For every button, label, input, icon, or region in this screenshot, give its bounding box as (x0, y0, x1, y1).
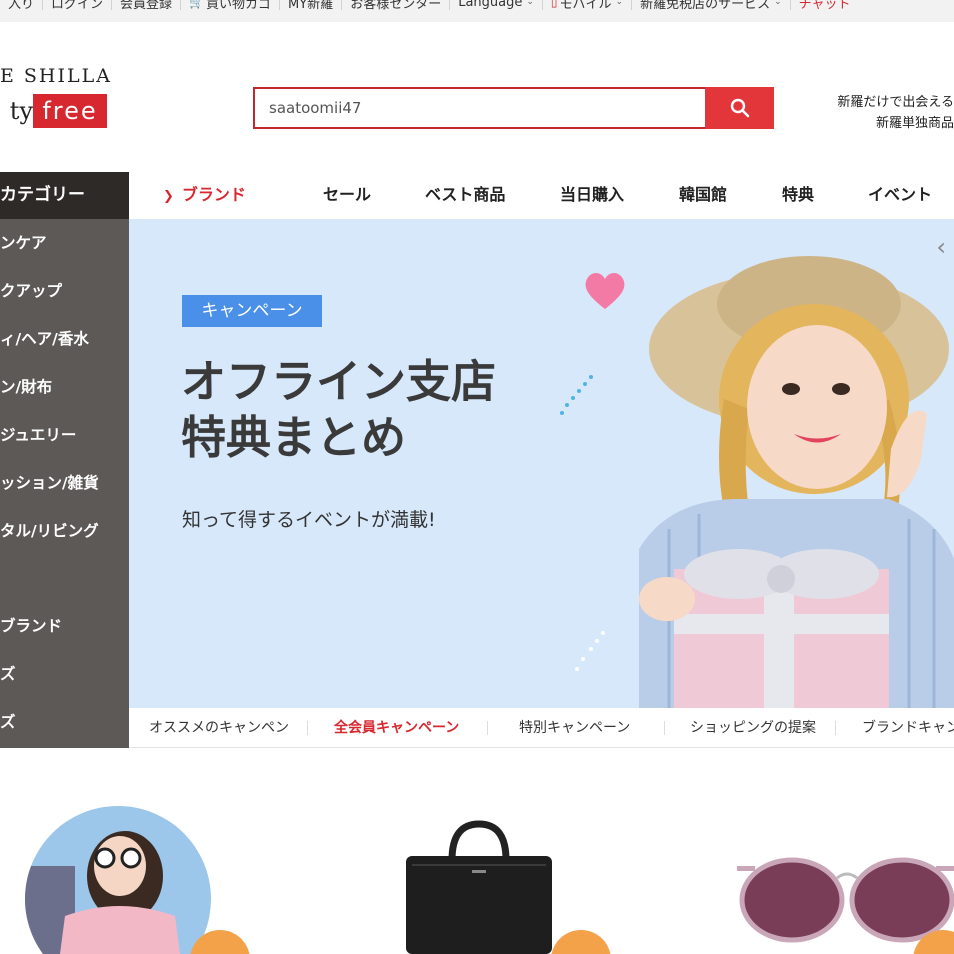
category-menu-header[interactable]: カテゴリー (0, 172, 129, 219)
logo-text-right: free (33, 94, 107, 128)
nav-best-products[interactable]: ベスト商品 (425, 172, 505, 219)
banner-subline: 知って得するイベントが満載! (182, 509, 436, 531)
promo-line-1: 新羅だけで出会える (837, 95, 954, 110)
tab-special-campaign[interactable]: 特別キャンペーン (519, 708, 630, 748)
model-with-gift-image (639, 256, 954, 708)
topbar-link-cart[interactable]: 🛒 買い物カゴ (181, 0, 281, 12)
search-input[interactable] (253, 87, 705, 129)
campaign-tabs: オススメのキャンペン 全会員キャンペーン 特別キャンペーン ショッピングの提案 … (129, 708, 954, 748)
tab-divider (487, 721, 488, 735)
topbar-link-my-shilla[interactable]: MY新羅 (280, 0, 343, 12)
cart-icon: 🛒 (189, 0, 204, 9)
nav-brand[interactable]: ❯ ブランド (163, 172, 246, 219)
nav-events[interactable]: イベント (868, 172, 932, 219)
sparkle-dots (560, 375, 593, 415)
product-thumbnail-bag[interactable] (402, 820, 556, 954)
category-item-bags-wallets[interactable]: ン/財布 (0, 375, 52, 397)
exclusive-promo-link[interactable]: 新羅だけで出会える 新羅単独商品 (814, 92, 954, 134)
site-logo[interactable]: E SHILLA ty free (0, 62, 110, 132)
nav-same-day[interactable]: 当日購入 (560, 172, 624, 219)
tab-shopping-suggestion[interactable]: ショッピングの提案 (690, 708, 816, 748)
chevron-down-icon: ❯ (163, 189, 174, 204)
briefcase-image (406, 820, 552, 954)
tab-all-member-campaign[interactable]: 全会員キャンペーン (334, 708, 459, 748)
language-label: Language (458, 0, 523, 10)
services-label: 新羅免税店のサービス (640, 0, 771, 12)
top-utility-bar: 入り ログイン 会員登録 🛒 買い物カゴ MY新羅 お客様センター Languag… (0, 0, 954, 22)
sunglasses-image (737, 857, 954, 943)
logo-text-left: ty (0, 94, 33, 128)
topbar-link-login[interactable]: ログイン (43, 0, 113, 12)
nav-sale[interactable]: セール (323, 172, 371, 219)
product-thumbnail-sunglasses[interactable] (737, 856, 954, 944)
topbar-link-register[interactable]: 会員登録 (112, 0, 182, 12)
campaign-badge: キャンペーン (182, 295, 322, 327)
chevron-down-icon: ⌄ (615, 0, 624, 7)
model-sunglasses-image (25, 806, 211, 954)
category-item-digital-living[interactable]: タル/リビング (0, 519, 99, 541)
topbar-link-favorites[interactable]: 入り (0, 0, 44, 12)
banner-headline-line-1: オフライン支店 (181, 355, 497, 408)
cart-label: 買い物カゴ (206, 0, 272, 12)
banner-headline-line-2: 特典まとめ (181, 411, 407, 464)
category-item-jewelry[interactable]: ジュエリー (0, 423, 76, 445)
tab-brand-campaign[interactable]: ブランドキャン (862, 708, 954, 748)
topbar-language-menu[interactable]: Language ⌄ (450, 0, 543, 10)
category-item-goods[interactable]: ズ (0, 710, 16, 732)
category-item-fashion-goods[interactable]: ッション/雑貨 (0, 471, 99, 493)
category-item-skincare[interactable]: ンケア (0, 231, 47, 253)
nav-benefits[interactable]: 特典 (782, 172, 814, 219)
category-sidebar: ンケア クアップ ィ/ヘア/香水 ン/財布 ジュエリー ッション/雑貨 タル/リ… (0, 219, 129, 748)
mobile-label: モバイル (559, 0, 612, 12)
logo-wordmark: E SHILLA (0, 65, 112, 87)
chevron-down-icon: ⌄ (526, 0, 534, 7)
tab-divider (307, 721, 308, 735)
nav-brand-label: ブランド (181, 185, 246, 204)
nav-korea-hall[interactable]: 韓国館 (679, 172, 727, 219)
product-thumbnail-model[interactable] (25, 806, 211, 954)
chevron-down-icon: ⌄ (774, 0, 782, 7)
category-item-kids[interactable]: ズ (0, 662, 16, 684)
topbar-link-customer-center[interactable]: お客様センター (342, 0, 451, 12)
search-button[interactable] (705, 87, 774, 129)
banner-headline: オフライン支店 特典まとめ (181, 354, 496, 466)
sparkle-dots (575, 631, 605, 671)
category-item-brand[interactable]: ブランド (0, 614, 62, 636)
search-icon (730, 98, 749, 118)
main-navigation: ❯ ブランド セール ベスト商品 当日購入 韓国館 特典 イベント (129, 172, 954, 219)
search-bar (253, 87, 774, 129)
category-item-makeup[interactable]: クアップ (0, 279, 62, 301)
topbar-link-chat[interactable]: チャット (791, 0, 859, 12)
category-item-body-hair-perfume[interactable]: ィ/ヘア/香水 (0, 327, 89, 349)
topbar-mobile-menu[interactable]: ▯ モバイル ⌄ (543, 0, 633, 12)
badge-decoration (551, 930, 611, 954)
mobile-phone-icon: ▯ (550, 0, 558, 9)
tab-divider (835, 721, 836, 735)
tab-recommended-campaign[interactable]: オススメのキャンペン (149, 708, 289, 748)
topbar-services-menu[interactable]: 新羅免税店のサービス ⌄ (632, 0, 791, 12)
hero-banner[interactable]: キャンペーン オフライン支店 特典まとめ 知って得するイベントが満載! ‹ (129, 219, 954, 708)
promo-line-2: 新羅単独商品 (875, 116, 954, 131)
tab-divider (664, 721, 665, 735)
